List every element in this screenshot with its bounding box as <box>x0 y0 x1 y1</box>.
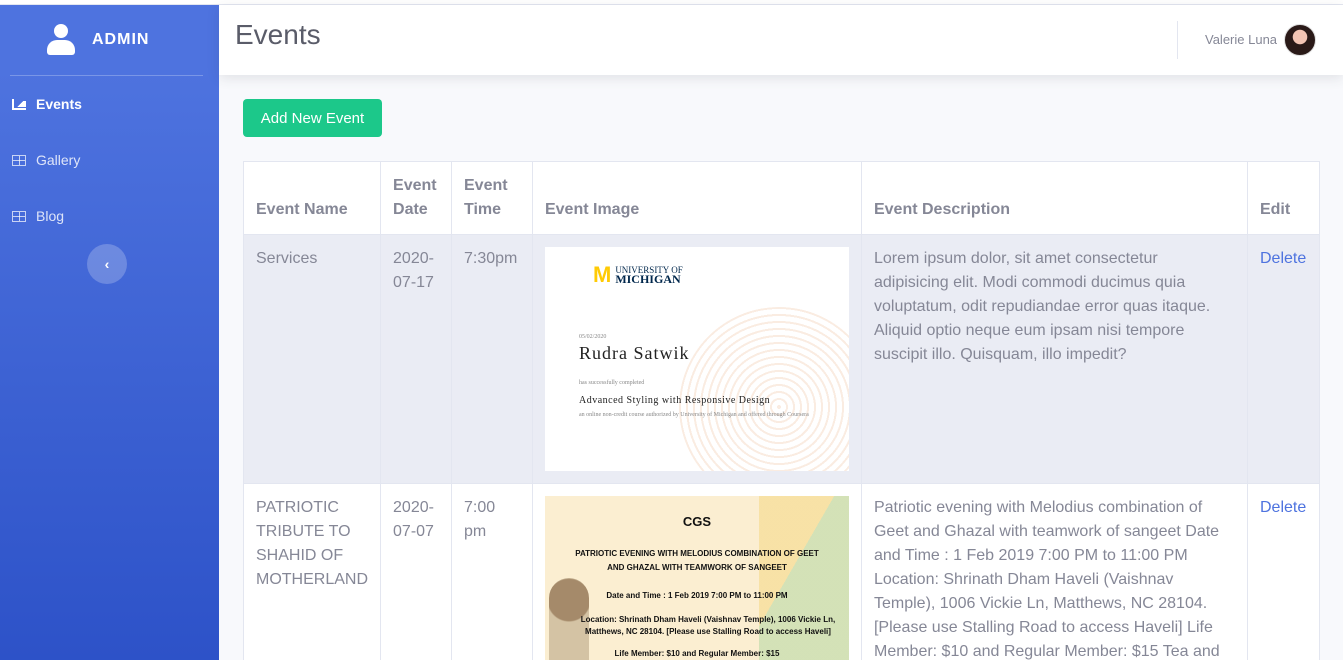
event-time: 7:00 pm <box>451 483 533 660</box>
sidebar-item-label: Blog <box>36 208 65 224</box>
delete-link[interactable]: Delete <box>1260 250 1306 267</box>
sidebar: ADMIN Events Gallery Blog ‹ <box>0 5 219 660</box>
header-event-time: Event Time <box>451 161 533 235</box>
event-name: Services <box>242 234 382 484</box>
delete-link[interactable]: Delete <box>1260 499 1306 516</box>
poster-line7: Life Member: $10 and Regular Member: $15 <box>614 649 780 658</box>
header-event-description: Event Description <box>860 161 1248 235</box>
user-icon <box>46 24 76 56</box>
poster-line4: Date and Time : 1 Feb 2019 7:00 PM to 11… <box>606 591 788 600</box>
brand-text: ADMIN <box>92 31 150 48</box>
sidebar-item-events[interactable]: Events <box>0 76 219 132</box>
avatar[interactable] <box>1284 24 1316 56</box>
chart-area-icon <box>12 98 26 110</box>
event-image-cell: CGS PATRIOTIC EVENING WITH MELODIUS COMB… <box>531 483 862 660</box>
event-date: 2020-07-17 <box>380 234 452 484</box>
table-icon <box>12 210 26 222</box>
poster-line6: Matthews, NC 28104. [Please use Stalling… <box>585 627 831 636</box>
cert-footer: an online non-credit course authorized b… <box>578 412 809 418</box>
poster-line1: CGS <box>682 514 712 529</box>
sidebar-item-label: Gallery <box>36 152 81 168</box>
event-image: M UNIVERSITY OF MICHIGAN 05/02/2020 Rudr… <box>544 247 849 471</box>
topbar-divider <box>1177 21 1178 59</box>
sidebar-brand[interactable]: ADMIN <box>0 5 219 75</box>
poster-line3: AND GHAZAL WITH TEAMWORK OF SANGEET <box>607 563 787 572</box>
university-logo: M UNIVERSITY OF MICHIGAN <box>593 263 683 287</box>
sidebar-item-label: Events <box>36 96 82 112</box>
event-description: Patriotic evening with Melodius combinat… <box>860 483 1248 660</box>
table-icon <box>12 154 26 166</box>
logo-line2: MICHIGAN <box>615 271 681 286</box>
table-header-row: Event Name Event Date Event Time Event I… <box>242 161 1321 235</box>
cert-course: Advanced Styling with Responsive Design <box>578 395 771 406</box>
header-event-date: Event Date <box>380 161 452 235</box>
header-edit: Edit <box>1246 161 1321 235</box>
event-time: 7:30pm <box>451 234 533 484</box>
cert-recipient: Rudra Satwik <box>578 343 690 363</box>
event-description: Lorem ipsum dolor, sit amet consectetur … <box>860 234 1248 484</box>
event-image: CGS PATRIOTIC EVENING WITH MELODIUS COMB… <box>544 496 849 660</box>
add-new-event-button[interactable]: Add New Event <box>243 99 382 137</box>
header-event-name: Event Name <box>242 161 382 235</box>
page-title: Events <box>235 19 321 50</box>
block-m-icon: M <box>592 262 612 287</box>
main-content: Add New Event Event Name Event Date Even… <box>219 75 1343 660</box>
event-image-cell: M UNIVERSITY OF MICHIGAN 05/02/2020 Rudr… <box>531 234 862 484</box>
sidebar-item-blog[interactable]: Blog <box>0 188 219 244</box>
table-row: Services 2020-07-17 7:30pm M UNIVERSITY … <box>242 234 1321 484</box>
topbar: Events Valerie Luna <box>219 5 1343 75</box>
user-name[interactable]: Valerie Luna <box>1205 32 1277 47</box>
event-date: 2020-07-07 <box>380 483 452 660</box>
sidebar-item-gallery[interactable]: Gallery <box>0 132 219 188</box>
chevron-left-icon: ‹ <box>104 256 110 272</box>
event-name: PATRIOTIC TRIBUTE TO SHAHID OF MOTHERLAN… <box>242 483 382 660</box>
sidebar-toggle-button[interactable]: ‹ <box>87 244 127 284</box>
events-table: Event Name Event Date Event Time Event I… <box>242 161 1321 660</box>
table-row: PATRIOTIC TRIBUTE TO SHAHID OF MOTHERLAN… <box>242 483 1321 660</box>
header-event-image: Event Image <box>531 161 862 235</box>
